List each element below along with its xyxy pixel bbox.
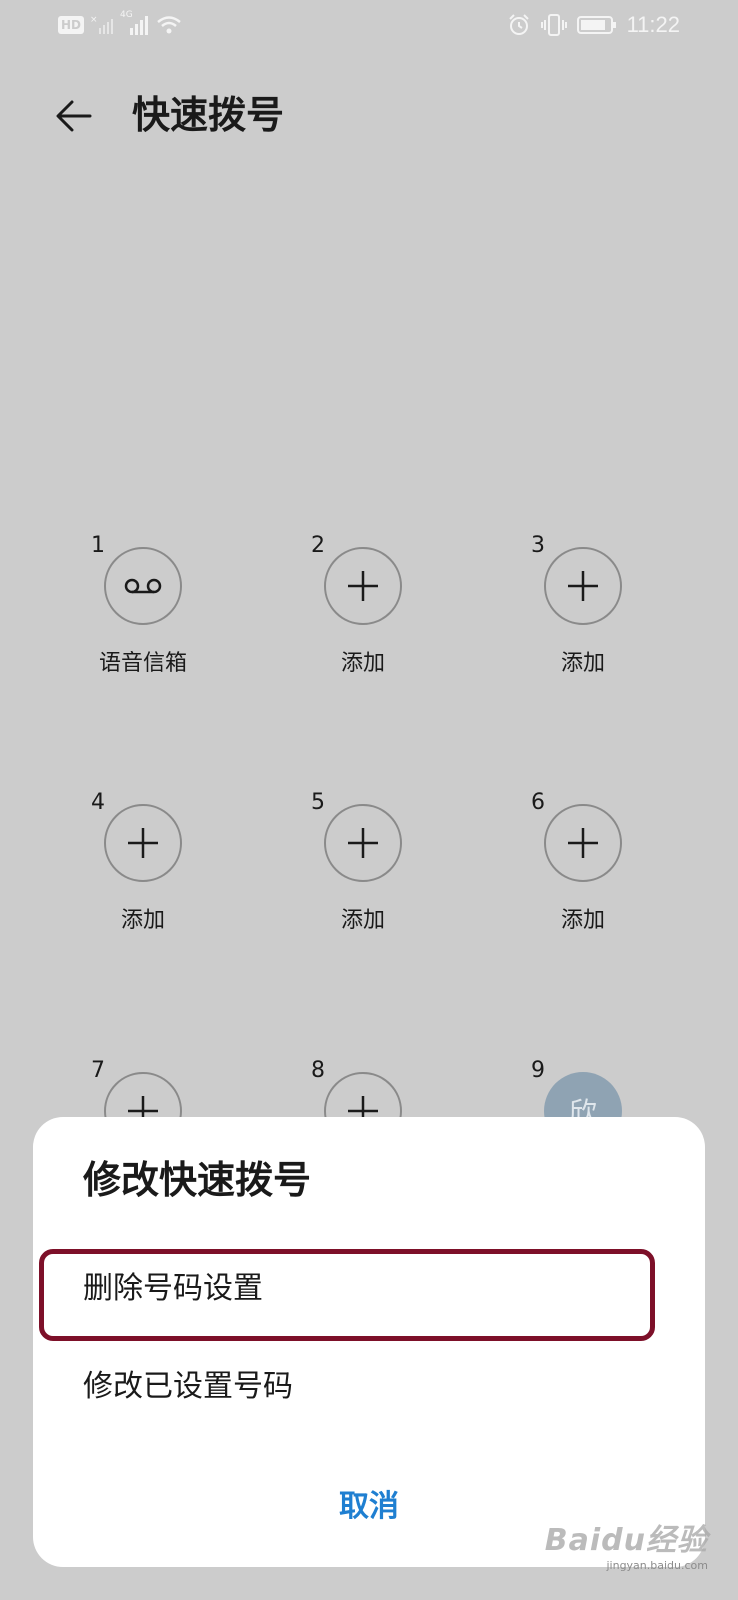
slot-number: 4 — [91, 790, 105, 815]
watermark: Baidu经验 jingyan.baidu.com — [545, 1515, 708, 1572]
slot-label: 添加 — [340, 651, 386, 676]
dialog-title: 修改快速拨号 — [83, 1158, 312, 1202]
slot-label: 添加 — [560, 908, 606, 933]
arrow-left-icon — [56, 100, 92, 132]
slot-number: 8 — [311, 1058, 325, 1083]
add-button[interactable] — [324, 547, 402, 625]
app-bar: 快速拨号 — [0, 70, 738, 160]
slot-label: 添加 — [120, 908, 166, 933]
vibrate-icon — [540, 14, 567, 36]
delete-number-option[interactable]: 删除号码设置 — [83, 1269, 263, 1309]
plus-icon — [568, 828, 598, 858]
slot-number: 9 — [531, 1058, 545, 1083]
voicemail-button[interactable] — [104, 547, 182, 625]
status-right: 11:22 — [507, 12, 680, 38]
cell-signal: 4G — [120, 10, 150, 36]
battery-icon — [576, 16, 616, 34]
signal-off-icon: × — [90, 15, 114, 34]
slot-number: 5 — [311, 790, 325, 815]
status-bar: HD × 4G 11:22 — [0, 0, 738, 56]
signal-bars-icon — [130, 16, 149, 35]
wifi-icon — [157, 16, 181, 34]
voicemail-icon — [124, 578, 162, 594]
add-button[interactable] — [324, 804, 402, 882]
speed-dial-slot-6[interactable]: 6 添加 — [531, 790, 711, 970]
status-left: HD × 4G — [58, 10, 182, 36]
back-button[interactable] — [46, 88, 102, 144]
slot-number: 6 — [531, 790, 545, 815]
speed-dial-slot-1[interactable]: 1 语音信箱 — [91, 533, 271, 713]
modify-number-option[interactable]: 修改已设置号码 — [83, 1367, 293, 1407]
speed-dial-slot-3[interactable]: 3 添加 — [531, 533, 711, 713]
plus-icon — [348, 571, 378, 601]
speed-dial-slot-5[interactable]: 5 添加 — [311, 790, 491, 970]
slot-number: 1 — [91, 533, 105, 558]
hd-badge: HD — [58, 16, 85, 34]
plus-icon — [128, 828, 158, 858]
speed-dial-slot-4[interactable]: 4 添加 — [91, 790, 271, 970]
watermark-logo: Baidu经验 — [544, 1523, 708, 1558]
modify-speed-dial-dialog: 修改快速拨号 删除号码设置 修改已设置号码 取消 — [33, 1117, 705, 1567]
slot-number: 3 — [531, 533, 545, 558]
slot-label: 语音信箱 — [98, 651, 188, 676]
add-button[interactable] — [544, 804, 622, 882]
plus-icon — [348, 828, 378, 858]
svg-text:×: × — [90, 15, 98, 25]
speed-dial-slot-2[interactable]: 2 添加 — [311, 533, 491, 713]
slot-label: 添加 — [340, 908, 386, 933]
clock: 11:22 — [626, 12, 680, 37]
slot-number: 2 — [311, 533, 325, 558]
page-title: 快速拨号 — [132, 93, 285, 137]
add-button[interactable] — [544, 547, 622, 625]
plus-icon — [568, 571, 598, 601]
add-button[interactable] — [104, 804, 182, 882]
slot-number: 7 — [91, 1058, 105, 1083]
slot-label: 添加 — [560, 651, 606, 676]
alarm-icon — [508, 14, 529, 35]
watermark-url: jingyan.baidu.com — [606, 1559, 708, 1572]
